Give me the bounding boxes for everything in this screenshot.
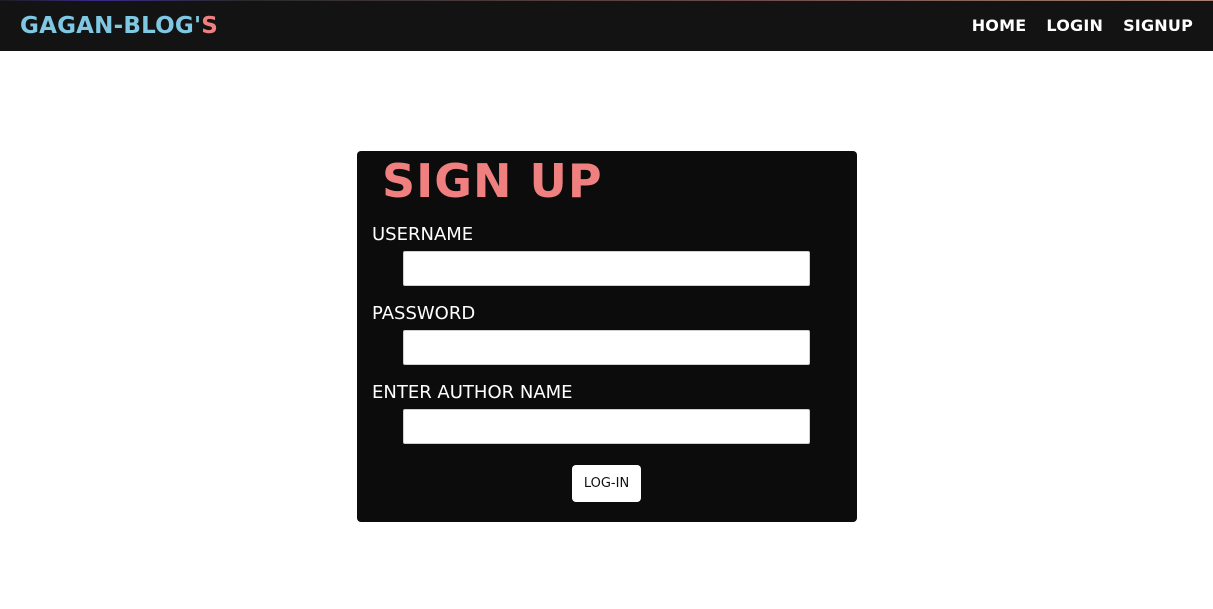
navbar: GAGAN-BLOG'S HOME LOGIN SIGNUP [0, 0, 1213, 51]
nav-link-login[interactable]: LOGIN [1046, 15, 1103, 37]
navbar-top-accent-line [0, 0, 1213, 1]
password-input[interactable] [403, 330, 810, 365]
brand-logo[interactable]: GAGAN-BLOG'S [20, 12, 218, 40]
username-input[interactable] [403, 251, 810, 286]
author-name-label: ENTER AUTHOR NAME [372, 382, 573, 403]
author-name-input[interactable] [403, 409, 810, 444]
nav-links: HOME LOGIN SIGNUP [972, 15, 1193, 37]
signup-title: SIGN UP [382, 154, 603, 208]
brand-name-suffix: S [201, 13, 218, 39]
nav-link-signup[interactable]: SIGNUP [1123, 15, 1193, 37]
password-label: PASSWORD [372, 303, 476, 324]
nav-link-home[interactable]: HOME [972, 15, 1027, 37]
signup-card: SIGN UP USERNAME PASSWORD ENTER AUTHOR N… [357, 151, 857, 522]
username-label: USERNAME [372, 224, 474, 245]
brand-name: GAGAN-BLOG' [20, 13, 202, 39]
login-submit-button[interactable]: LOG-IN [572, 465, 641, 502]
